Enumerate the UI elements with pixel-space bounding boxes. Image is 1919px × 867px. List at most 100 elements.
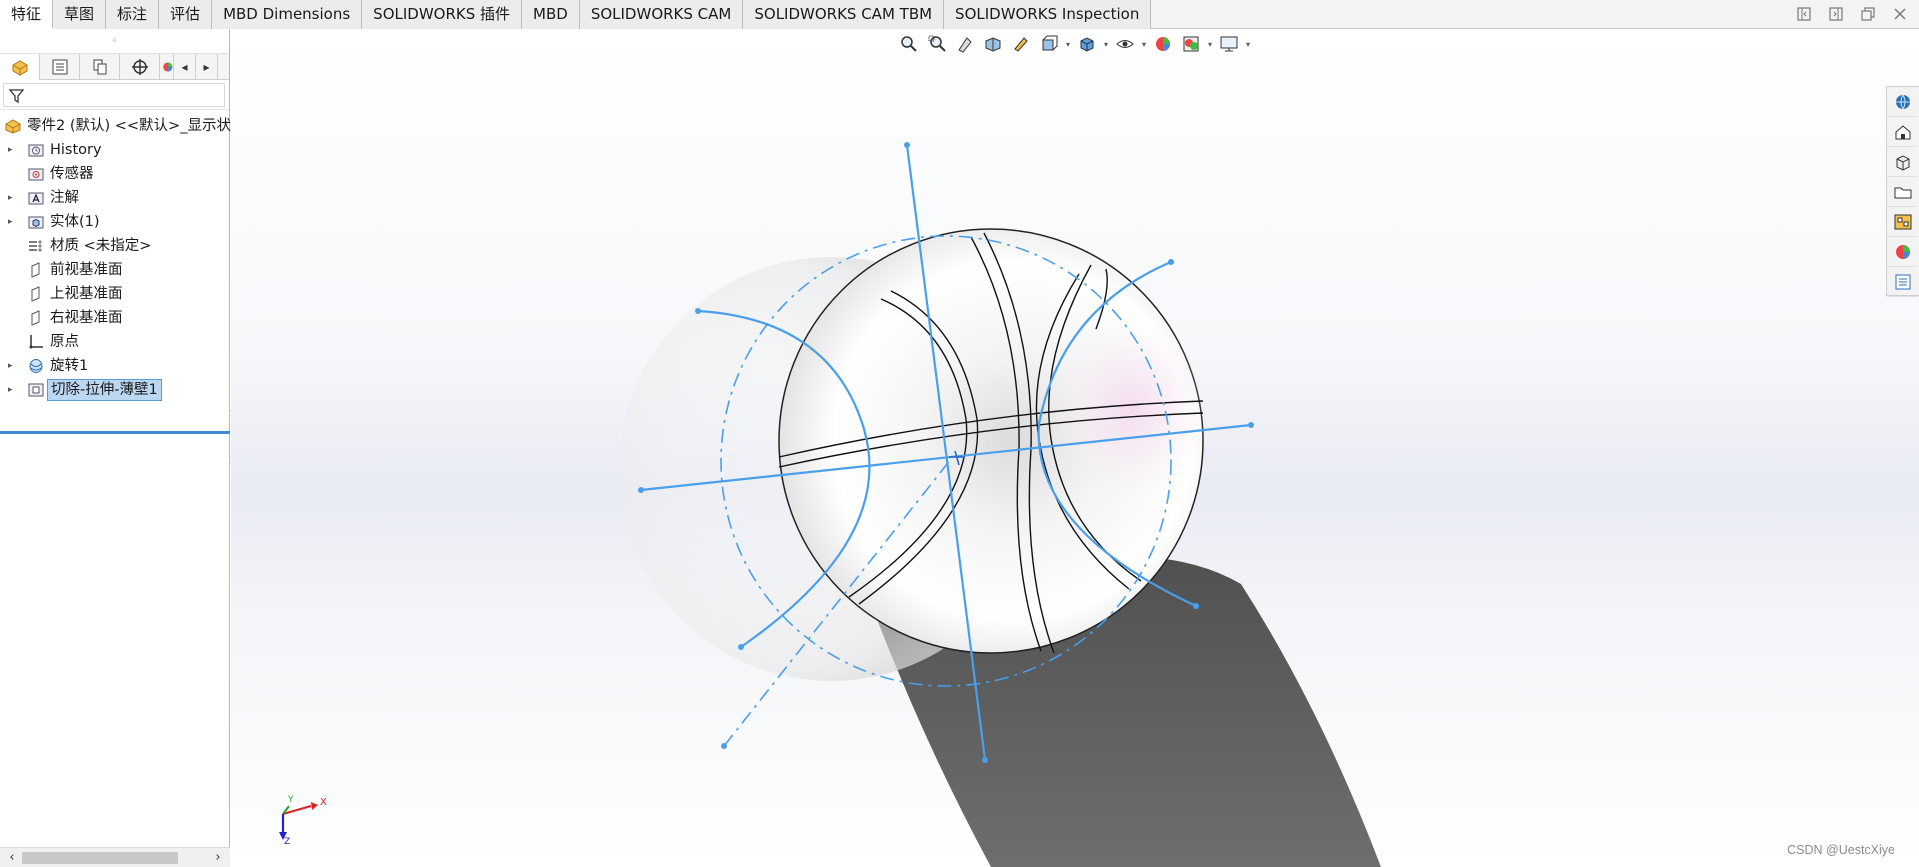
tree-item-front-plane[interactable]: 前视基准面 bbox=[0, 258, 230, 282]
tree-item-solid-bodies[interactable]: ▸ 实体(1) bbox=[0, 210, 230, 234]
view-orientation-button[interactable] bbox=[1036, 32, 1062, 56]
triad-y-label: Y bbox=[287, 795, 294, 805]
file-explorer-button[interactable] bbox=[1887, 177, 1918, 207]
configuration-manager-tab[interactable] bbox=[80, 54, 120, 80]
tab-solidworks-cam-tbm[interactable]: SOLIDWORKS CAM TBM bbox=[743, 0, 945, 29]
tree-item-material[interactable]: 材质 <未指定> bbox=[0, 234, 230, 258]
tree-item-cut-extrude-thin1[interactable]: ▸ 切除-拉伸-薄壁1 bbox=[0, 378, 230, 402]
dynamic-annotation-button[interactable] bbox=[1008, 32, 1034, 56]
tree-item-right-plane[interactable]: 右视基准面 bbox=[0, 306, 230, 330]
display-style-dropdown[interactable]: ▾ bbox=[1102, 40, 1110, 49]
tile-left-icon[interactable] bbox=[1795, 5, 1813, 23]
view-settings-button[interactable] bbox=[1216, 32, 1242, 56]
tab-mbd[interactable]: MBD bbox=[522, 0, 580, 29]
command-tabs: 特征 草图 标注 评估 MBD Dimensions SOLIDWORKS 插件… bbox=[0, 0, 1152, 29]
panel-tabs-next-button[interactable]: ▸ bbox=[196, 54, 218, 80]
hide-show-items-button[interactable] bbox=[1112, 32, 1138, 56]
property-manager-tab[interactable] bbox=[40, 54, 80, 80]
tree-item-label: 切除-拉伸-薄壁1 bbox=[47, 379, 162, 401]
tree-horizontal-scrollbar[interactable]: ‹ › bbox=[0, 847, 230, 867]
origin-icon bbox=[27, 333, 45, 351]
tree-item-label: History bbox=[50, 142, 102, 158]
rollback-bar[interactable] bbox=[0, 431, 230, 434]
tree-root-part[interactable]: 零件2 (默认) <<默认>_显示状 bbox=[0, 114, 231, 138]
design-library-button[interactable] bbox=[1887, 147, 1918, 177]
tree-item-label: 右视基准面 bbox=[50, 310, 123, 326]
close-window-icon[interactable] bbox=[1891, 5, 1909, 23]
display-style-button[interactable] bbox=[1074, 32, 1100, 56]
tab-features[interactable]: 特征 bbox=[0, 0, 54, 29]
filter-icon bbox=[8, 89, 25, 104]
tree-item-label: 前视基准面 bbox=[50, 262, 123, 278]
tree-item-top-plane[interactable]: 上视基准面 bbox=[0, 282, 230, 306]
expand-arrow-icon[interactable]: ▸ bbox=[8, 360, 18, 372]
graphics-viewport[interactable]: ▾ ▾ ▾ ▾ ▾ X Y Z CSDN @UestcXiye bbox=[231, 29, 1919, 867]
section-view-button[interactable] bbox=[980, 32, 1006, 56]
zoom-to-area-button[interactable] bbox=[924, 32, 950, 56]
tab-evaluate[interactable]: 评估 bbox=[159, 0, 213, 29]
globe-icon bbox=[1895, 94, 1910, 110]
tab-mbd-dimensions[interactable]: MBD Dimensions bbox=[212, 0, 363, 29]
scroll-right-button[interactable]: › bbox=[210, 850, 226, 866]
tree-item-label: 材质 <未指定> bbox=[50, 238, 152, 254]
property-list-icon bbox=[1895, 274, 1910, 289]
panel-tabs-prev-button[interactable]: ◂ bbox=[174, 54, 196, 80]
expand-arrow-icon[interactable]: ▸ bbox=[8, 144, 18, 156]
solidworks-resources-button[interactable] bbox=[1887, 87, 1918, 117]
folder-icon bbox=[1894, 187, 1911, 198]
tree-item-sensors[interactable]: 传感器 bbox=[0, 162, 230, 186]
edit-appearance-button[interactable] bbox=[1150, 32, 1176, 56]
dynamic-annotation-icon bbox=[1014, 37, 1028, 52]
previous-view-icon bbox=[958, 37, 972, 53]
scroll-left-button[interactable]: ‹ bbox=[4, 850, 20, 866]
scene-icon bbox=[1183, 36, 1199, 52]
plane-icon bbox=[27, 261, 45, 279]
command-manager-tabbar: 特征 草图 标注 评估 MBD Dimensions SOLIDWORKS 插件… bbox=[0, 0, 1919, 29]
expand-arrow-icon[interactable]: ▸ bbox=[8, 216, 18, 228]
tree-root-label: 零件2 (默认) <<默认>_显示状 bbox=[27, 118, 231, 134]
home-button[interactable] bbox=[1887, 117, 1918, 147]
apply-scene-button[interactable] bbox=[1178, 32, 1204, 56]
display-manager-tab[interactable] bbox=[160, 54, 174, 80]
tab-sketch[interactable]: 草图 bbox=[53, 0, 107, 29]
tab-solidworks-inspection[interactable]: SOLIDWORKS Inspection bbox=[944, 0, 1152, 29]
appearance-icon bbox=[163, 62, 173, 72]
part-icon bbox=[4, 117, 22, 135]
model-scene[interactable] bbox=[231, 29, 1919, 867]
dimxpert-manager-tab[interactable] bbox=[120, 54, 160, 80]
tree-item-history[interactable]: ▸ History bbox=[0, 138, 230, 162]
view-orientation-dropdown[interactable]: ▾ bbox=[1064, 40, 1072, 49]
custom-properties-button[interactable] bbox=[1887, 267, 1918, 297]
appearance-icon bbox=[1895, 244, 1910, 259]
configuration-icon bbox=[93, 59, 106, 75]
feature-manager-tab[interactable] bbox=[0, 54, 40, 80]
tab-solidworks-addins[interactable]: SOLIDWORKS 插件 bbox=[362, 0, 523, 29]
appearances-button[interactable] bbox=[1887, 237, 1918, 267]
plane-icon bbox=[27, 309, 45, 327]
tab-solidworks-cam[interactable]: SOLIDWORKS CAM bbox=[579, 0, 744, 29]
restore-window-icon[interactable] bbox=[1859, 5, 1877, 23]
zoom-to-fit-button[interactable] bbox=[896, 32, 922, 56]
cut-extrude-icon bbox=[27, 381, 45, 399]
hide-show-dropdown[interactable]: ▾ bbox=[1140, 40, 1148, 49]
watermark-text: CSDN @UestcXiye bbox=[1787, 843, 1895, 857]
tree-item-label: 传感器 bbox=[50, 166, 94, 182]
section-view-icon bbox=[985, 37, 1001, 52]
panel-collapse-handle[interactable]: ◦ bbox=[0, 29, 229, 54]
tree-item-origin[interactable]: 原点 bbox=[0, 330, 230, 354]
tree-item-label: 旋转1 bbox=[50, 358, 89, 374]
scroll-thumb[interactable] bbox=[22, 852, 178, 864]
apply-scene-dropdown[interactable]: ▾ bbox=[1206, 40, 1214, 49]
tree-item-revolve1[interactable]: ▸ 旋转1 bbox=[0, 354, 230, 378]
tile-right-icon[interactable] bbox=[1827, 5, 1845, 23]
tree-item-annotations[interactable]: ▸ 注解 bbox=[0, 186, 230, 210]
previous-view-button[interactable] bbox=[952, 32, 978, 56]
view-settings-dropdown[interactable]: ▾ bbox=[1244, 40, 1252, 49]
expand-arrow-icon[interactable]: ▸ bbox=[8, 192, 18, 204]
view-palette-button[interactable] bbox=[1887, 207, 1918, 237]
library-icon bbox=[1896, 154, 1909, 171]
expand-arrow-icon[interactable]: ▸ bbox=[8, 384, 18, 396]
home-icon bbox=[1895, 124, 1910, 139]
tab-markup[interactable]: 标注 bbox=[106, 0, 160, 29]
tree-filter-input[interactable] bbox=[3, 83, 225, 107]
